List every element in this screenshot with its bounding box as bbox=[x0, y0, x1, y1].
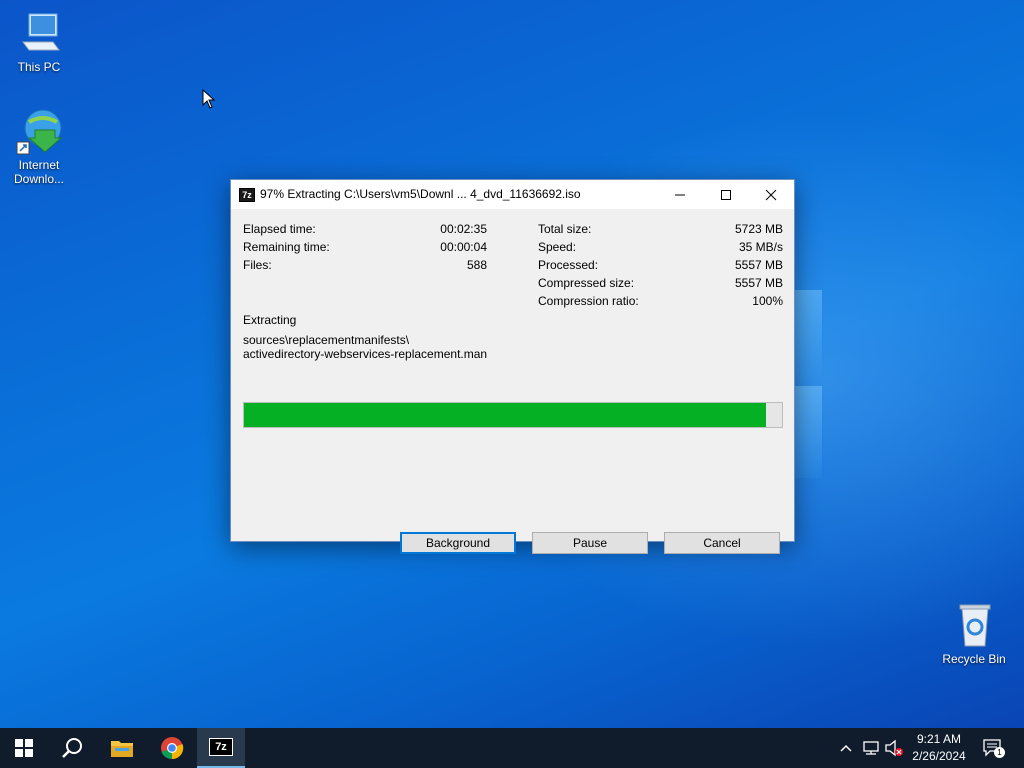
stat-label: Remaining time: bbox=[243, 240, 330, 254]
minimize-button[interactable] bbox=[657, 180, 703, 209]
stat-value: 5557 MB bbox=[734, 276, 783, 290]
close-icon bbox=[765, 189, 777, 200]
windows-logo-icon bbox=[15, 739, 33, 757]
wallpaper-logo-pane bbox=[794, 386, 822, 478]
progress-fill bbox=[244, 403, 766, 427]
maximize-icon bbox=[721, 189, 731, 200]
file-explorer-icon bbox=[111, 741, 133, 757]
stat-files: Files: 588 bbox=[243, 258, 487, 274]
close-button[interactable] bbox=[748, 180, 794, 209]
taskbar-file-explorer[interactable] bbox=[98, 728, 146, 768]
dialog-titlebar[interactable]: 7z 97% Extracting C:\Users\vm5\Downl ...… bbox=[231, 180, 794, 209]
stat-value: 00:00:04 bbox=[440, 240, 487, 254]
search-icon bbox=[62, 738, 82, 758]
clock-date: 2/26/2024 bbox=[912, 749, 966, 763]
background-button[interactable]: Background bbox=[400, 532, 516, 554]
stat-label: Processed: bbox=[538, 258, 599, 272]
stat-value: 100% bbox=[752, 294, 783, 308]
stat-label: Files: bbox=[243, 258, 272, 272]
stat-elapsed-time: Elapsed time: 00:02:35 bbox=[243, 222, 487, 238]
stat-speed: Speed: 35 MB/s bbox=[538, 240, 783, 256]
mouse-cursor-icon bbox=[202, 89, 216, 109]
stat-label: Elapsed time: bbox=[243, 222, 316, 236]
volume-muted-icon bbox=[885, 739, 903, 757]
taskbar-search-button[interactable] bbox=[48, 728, 96, 768]
dialog-title: 97% Extracting C:\Users\vm5\Downl ... 4_… bbox=[260, 187, 581, 201]
desktop-icon-label: This PC bbox=[17, 60, 61, 74]
chrome-icon bbox=[161, 737, 184, 760]
maximize-button[interactable] bbox=[703, 180, 749, 209]
chevron-up-icon bbox=[840, 744, 852, 752]
action-label: Extracting bbox=[243, 313, 297, 327]
network-icon bbox=[863, 741, 879, 755]
tray-volume[interactable] bbox=[884, 739, 904, 757]
stat-value: 5723 MB bbox=[734, 222, 783, 236]
desktop-icon-label: Recycle Bin bbox=[942, 652, 1006, 666]
clock-time: 9:21 AM bbox=[916, 732, 962, 746]
stat-label: Total size: bbox=[538, 222, 592, 236]
stat-remaining-time: Remaining time: 00:00:04 bbox=[243, 240, 487, 256]
taskbar-chrome[interactable] bbox=[148, 728, 196, 768]
desktop-icon-this-pc[interactable]: This PC bbox=[4, 10, 74, 74]
taskbar: 7z 9:21 AM 2/26/2024 1 bbox=[0, 728, 1024, 768]
stat-label: Compressed size: bbox=[538, 276, 635, 290]
stat-value: 00:02:35 bbox=[440, 222, 487, 236]
idm-globe-icon bbox=[15, 108, 63, 156]
recycle-bin-icon bbox=[950, 602, 998, 650]
wallpaper-logo-pane bbox=[794, 290, 822, 382]
desktop-icon-recycle-bin[interactable]: Recycle Bin bbox=[939, 602, 1009, 666]
action-center-button[interactable]: 1 bbox=[982, 738, 1005, 758]
stat-value: 5557 MB bbox=[734, 258, 783, 272]
stat-value: 588 bbox=[466, 258, 487, 272]
desktop-icon-label: Internet Downlo... bbox=[13, 158, 65, 186]
cancel-button[interactable]: Cancel bbox=[664, 532, 780, 554]
extraction-dialog: 7z 97% Extracting C:\Users\vm5\Downl ...… bbox=[230, 179, 795, 554]
notification-count-badge: 1 bbox=[994, 747, 1005, 758]
stat-label: Speed: bbox=[538, 240, 577, 254]
stat-label: Compression ratio: bbox=[538, 294, 639, 308]
stat-total-size: Total size: 5723 MB bbox=[538, 222, 783, 238]
pause-button[interactable]: Pause bbox=[532, 532, 648, 554]
computer-icon bbox=[15, 10, 63, 58]
start-button[interactable] bbox=[0, 728, 48, 768]
extraction-progress-bar bbox=[243, 402, 783, 428]
stat-value: 35 MB/s bbox=[738, 240, 783, 254]
tray-show-hidden-icons[interactable] bbox=[838, 740, 854, 756]
stat-compression-ratio: Compression ratio: 100% bbox=[538, 294, 783, 310]
taskbar-7zip[interactable]: 7z bbox=[197, 728, 245, 768]
stat-processed: Processed: 5557 MB bbox=[538, 258, 783, 274]
7zip-app-icon: 7z bbox=[239, 188, 255, 202]
current-file-name: activedirectory-webservices-replacement.… bbox=[243, 347, 488, 361]
stat-compressed-size: Compressed size: 5557 MB bbox=[538, 276, 783, 292]
minimize-icon bbox=[675, 194, 685, 195]
taskbar-clock[interactable]: 9:21 AM 2/26/2024 bbox=[905, 731, 973, 765]
7zip-icon: 7z bbox=[209, 738, 233, 756]
desktop-icon-internet-download-manager[interactable]: Internet Downlo... bbox=[4, 108, 74, 186]
tray-network[interactable] bbox=[862, 739, 880, 757]
